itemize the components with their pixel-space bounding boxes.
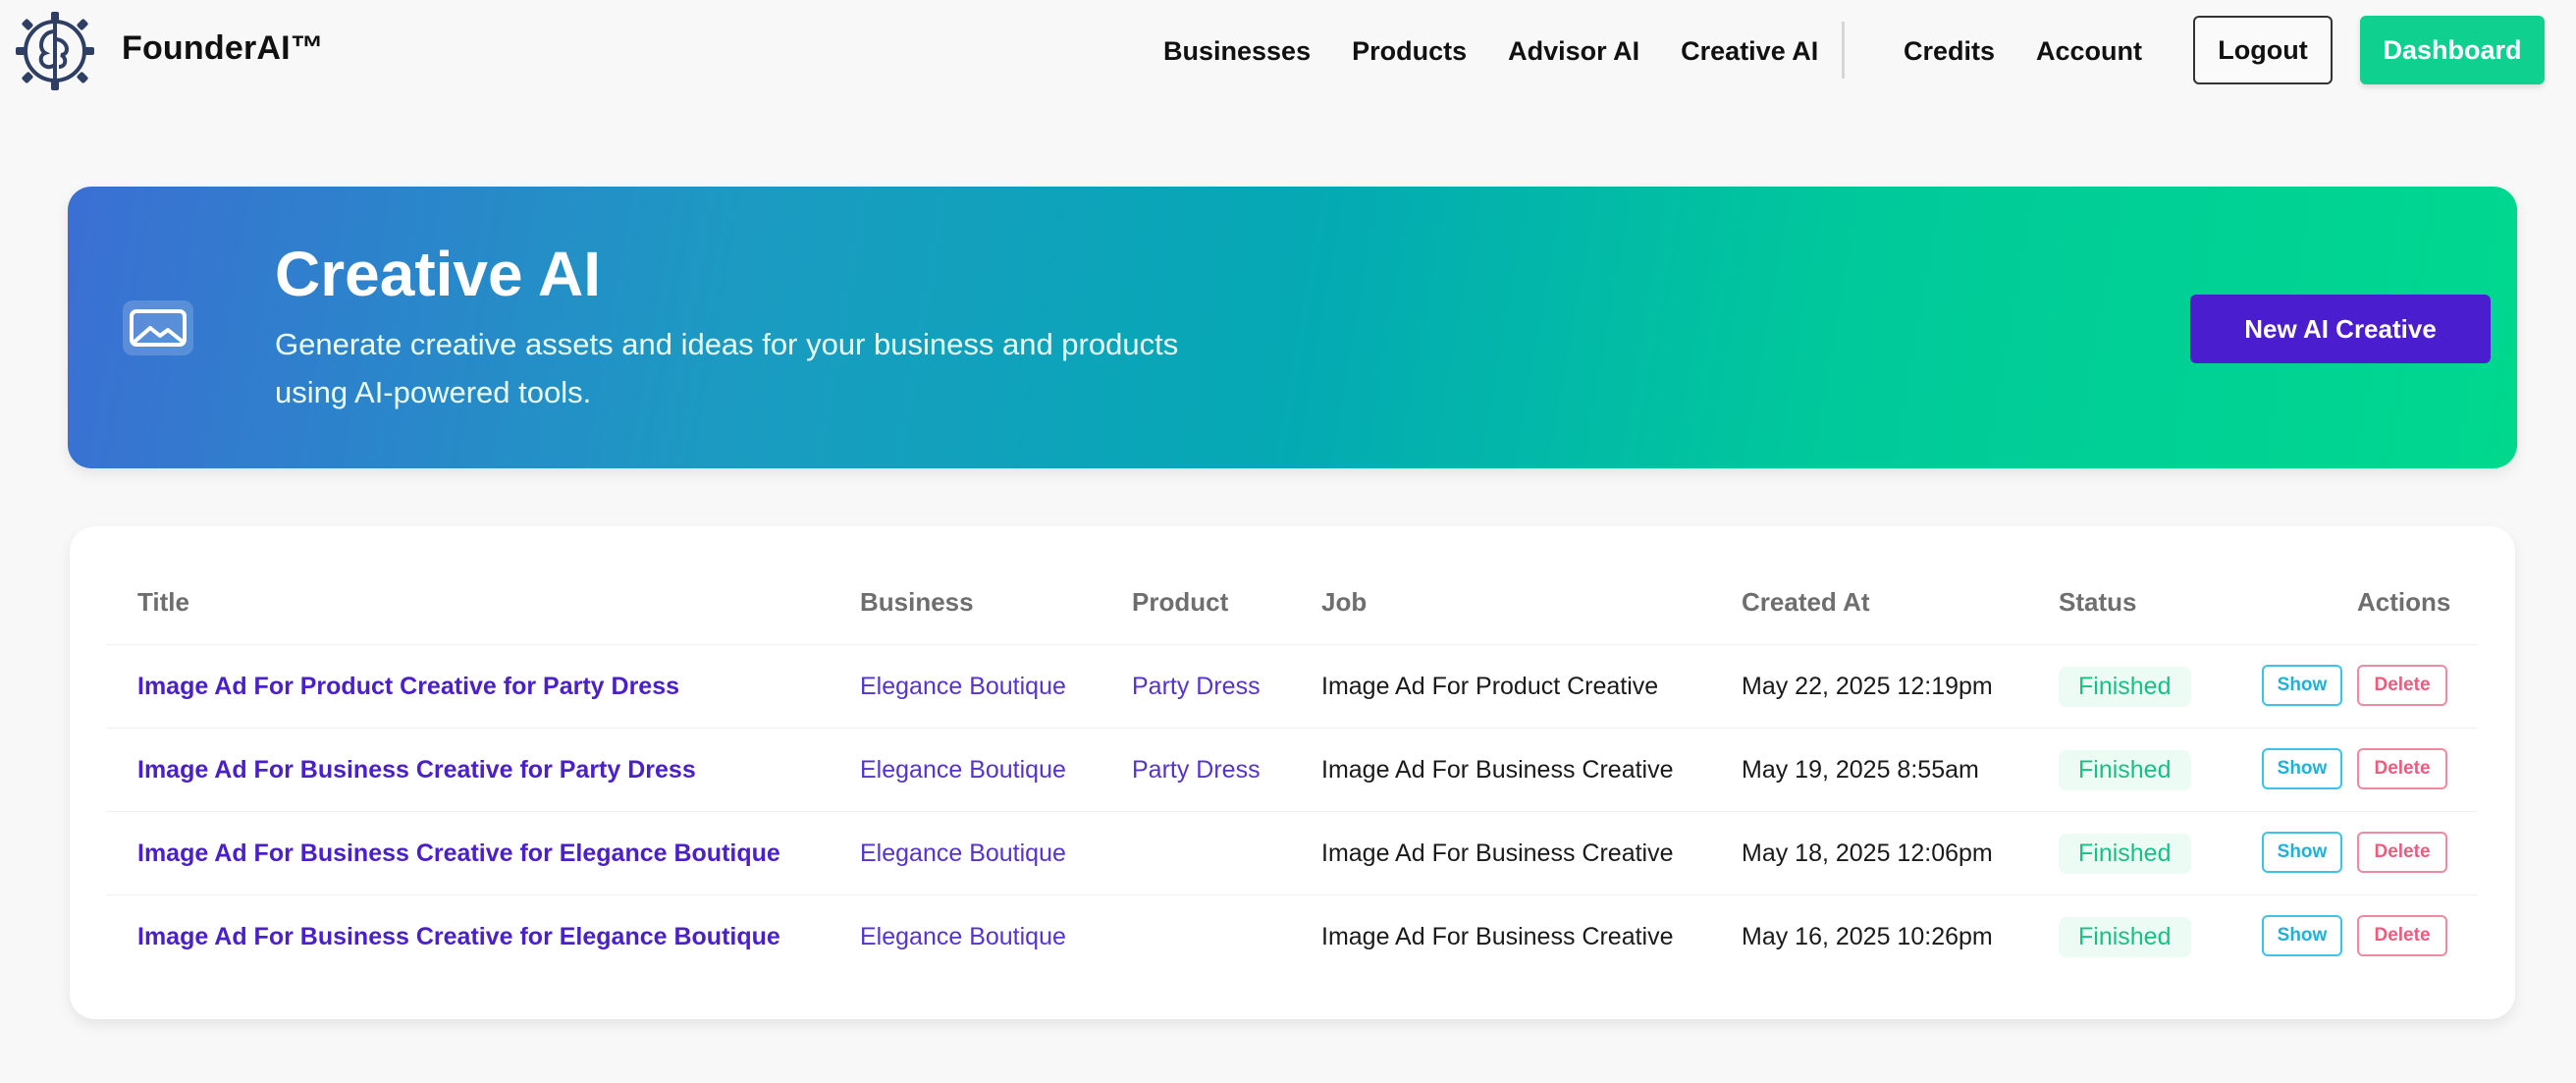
- column-header-product: Product: [1132, 587, 1229, 617]
- row-title-link[interactable]: Image Ad For Business Creative for Party…: [137, 729, 696, 812]
- row-created-at: May 18, 2025 12:06pm: [1742, 839, 1993, 867]
- delete-button[interactable]: Delete: [2357, 748, 2447, 789]
- row-job: Image Ad For Business Creative: [1321, 923, 1674, 950]
- show-button[interactable]: Show: [2262, 832, 2342, 873]
- nav-businesses[interactable]: Businesses: [1163, 36, 1311, 67]
- main-nav: Businesses Products Advisor AI Creative …: [1163, 0, 1859, 102]
- row-title-link[interactable]: Image Ad For Business Creative for Elega…: [137, 812, 780, 895]
- table-row: Image Ad For Business Creative for Party…: [107, 728, 2477, 811]
- account-nav: Credits Account: [1904, 0, 2183, 102]
- row-business-link[interactable]: Elegance Boutique: [860, 645, 1066, 729]
- logo[interactable]: [14, 10, 96, 92]
- nav-account[interactable]: Account: [2036, 36, 2142, 67]
- row-job: Image Ad For Business Creative: [1321, 839, 1674, 867]
- row-title-link[interactable]: Image Ad For Product Creative for Party …: [137, 645, 679, 729]
- column-header-created-at: Created At: [1742, 587, 1870, 617]
- new-ai-creative-button[interactable]: New AI Creative: [2190, 295, 2491, 363]
- column-header-business: Business: [860, 587, 974, 617]
- status-badge: Finished: [2059, 667, 2191, 707]
- row-created-at: May 19, 2025 8:55am: [1742, 756, 1979, 784]
- dashboard-button[interactable]: Dashboard: [2360, 16, 2545, 84]
- row-job: Image Ad For Business Creative: [1321, 756, 1674, 784]
- column-header-actions: Actions: [2357, 587, 2451, 617]
- show-button[interactable]: Show: [2262, 748, 2342, 789]
- show-button[interactable]: Show: [2262, 915, 2342, 956]
- page-description: Generate creative assets and ideas for y…: [275, 327, 1179, 409]
- row-business-link[interactable]: Elegance Boutique: [860, 895, 1066, 979]
- brain-gear-icon: [16, 12, 94, 90]
- row-status: Finished: [2059, 895, 2191, 979]
- table-row: Image Ad For Business Creative for Elega…: [107, 811, 2477, 894]
- status-badge: Finished: [2059, 834, 2191, 874]
- nav-creative-ai[interactable]: Creative AI: [1681, 36, 1818, 67]
- status-badge: Finished: [2059, 750, 2191, 790]
- column-header-title: Title: [137, 587, 189, 617]
- row-product-link[interactable]: Party Dress: [1132, 645, 1261, 729]
- show-button[interactable]: Show: [2262, 665, 2342, 706]
- row-status: Finished: [2059, 812, 2191, 895]
- row-job: Image Ad For Product Creative: [1321, 673, 1659, 700]
- row-title-link[interactable]: Image Ad For Business Creative for Elega…: [137, 895, 780, 979]
- delete-button[interactable]: Delete: [2357, 832, 2447, 873]
- nav-divider: [1842, 22, 1845, 79]
- table-row: Image Ad For Product Creative for Party …: [107, 644, 2477, 728]
- top-navbar: FounderAI™ Businesses Products Advisor A…: [0, 0, 2576, 102]
- hero-icon-container: [123, 300, 193, 355]
- nav-credits[interactable]: Credits: [1904, 36, 1995, 67]
- page-title: Creative AI: [275, 239, 601, 309]
- row-status: Finished: [2059, 645, 2191, 729]
- creative-ai-hero: Creative AI Generate creative assets and…: [68, 187, 2517, 468]
- row-business-link[interactable]: Elegance Boutique: [860, 729, 1066, 812]
- row-status: Finished: [2059, 729, 2191, 812]
- column-header-job: Job: [1321, 587, 1368, 617]
- nav-advisor-ai[interactable]: Advisor AI: [1508, 36, 1639, 67]
- row-created-at: May 22, 2025 12:19pm: [1742, 673, 1993, 700]
- creatives-table: Title Business Product Job Created At St…: [70, 526, 2515, 1019]
- row-product-link[interactable]: Party Dress: [1132, 729, 1261, 812]
- image-icon: [130, 309, 187, 347]
- column-header-status: Status: [2059, 587, 2137, 617]
- delete-button[interactable]: Delete: [2357, 915, 2447, 956]
- logout-button[interactable]: Logout: [2193, 16, 2333, 84]
- table-row: Image Ad For Business Creative for Elega…: [107, 894, 2477, 978]
- row-created-at: May 16, 2025 10:26pm: [1742, 923, 1993, 950]
- nav-products[interactable]: Products: [1352, 36, 1467, 67]
- brand-name[interactable]: FounderAI™: [122, 29, 324, 68]
- delete-button[interactable]: Delete: [2357, 665, 2447, 706]
- row-business-link[interactable]: Elegance Boutique: [860, 812, 1066, 895]
- status-badge: Finished: [2059, 917, 2191, 957]
